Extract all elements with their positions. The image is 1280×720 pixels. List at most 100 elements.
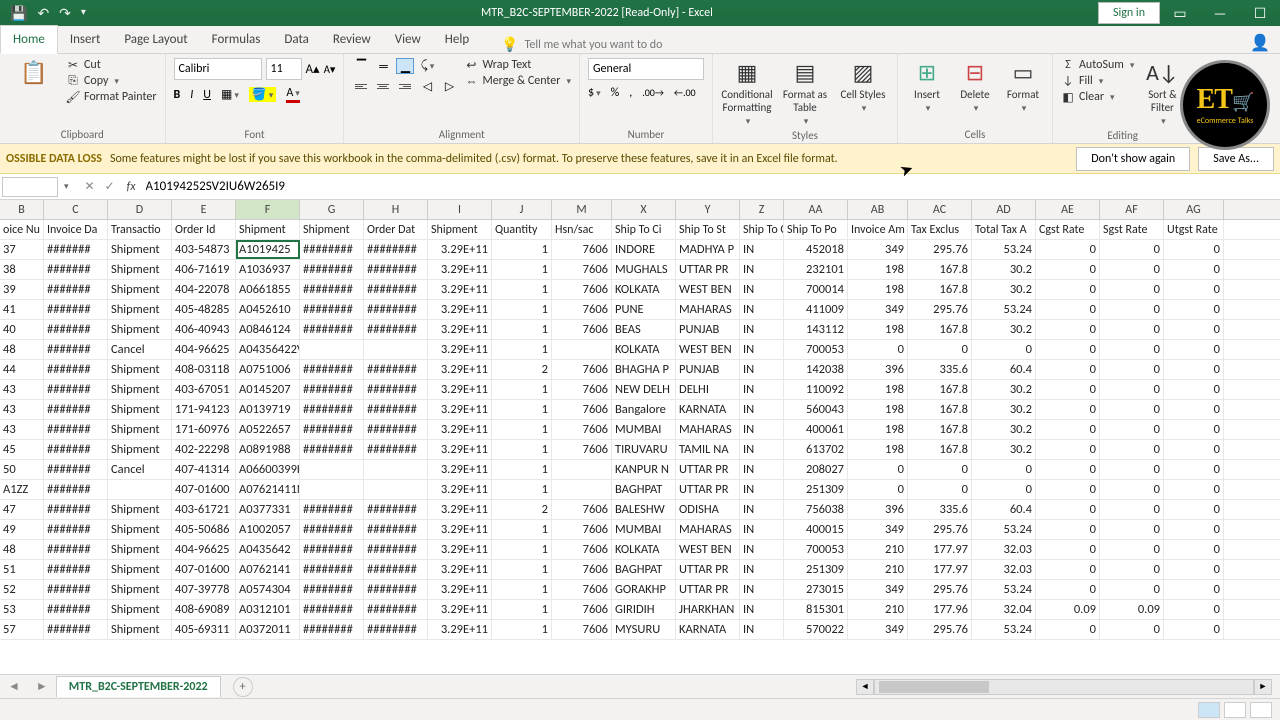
scroll-track[interactable] xyxy=(874,679,1254,695)
data-cell[interactable]: BEAS xyxy=(612,320,676,339)
data-cell[interactable]: 3.29E+11 xyxy=(428,440,492,459)
data-cell[interactable]: 1 xyxy=(492,600,552,619)
data-cell[interactable]: BALESHW xyxy=(612,500,676,519)
data-cell[interactable]: 210 xyxy=(848,560,908,579)
data-cell[interactable]: 3.29E+11 xyxy=(428,240,492,259)
data-cell[interactable] xyxy=(300,340,364,359)
data-cell[interactable]: 7606 xyxy=(552,600,612,619)
data-cell[interactable]: ####### xyxy=(44,360,108,379)
scroll-left-icon[interactable]: ◄ xyxy=(856,679,874,695)
data-cell[interactable]: 0 xyxy=(1036,560,1100,579)
data-cell[interactable]: 40 xyxy=(0,320,44,339)
data-cell[interactable]: 3.29E+11 xyxy=(428,500,492,519)
sort-filter-button[interactable]: A↓Sort & Filter▾ xyxy=(1140,58,1184,127)
data-cell[interactable]: 232101 xyxy=(784,260,848,279)
data-cell[interactable]: 0 xyxy=(1100,560,1164,579)
data-cell[interactable]: IN xyxy=(740,560,784,579)
data-cell[interactable]: 0 xyxy=(1100,240,1164,259)
data-cell[interactable]: A0139719 xyxy=(236,400,300,419)
data-cell[interactable] xyxy=(552,460,612,479)
column-header[interactable]: AD xyxy=(972,200,1036,219)
spreadsheet-grid[interactable]: BCDEFGHIJMXYZAAABACADAEAFAG oice NuInvoi… xyxy=(0,200,1280,640)
data-cell[interactable]: 0 xyxy=(848,460,908,479)
data-cell[interactable]: 53 xyxy=(0,600,44,619)
data-cell[interactable]: 2 xyxy=(492,500,552,519)
align-top-button[interactable]: ▔ xyxy=(352,58,370,74)
tab-page-layout[interactable]: Page Layout xyxy=(112,26,199,53)
data-cell[interactable]: 1 xyxy=(492,280,552,299)
data-cell[interactable]: MAHARAS xyxy=(676,520,740,539)
data-cell[interactable]: IN xyxy=(740,280,784,299)
percent-button[interactable]: % xyxy=(611,86,620,100)
save-as-button[interactable]: Save As... xyxy=(1198,147,1274,171)
data-cell[interactable]: ######## xyxy=(364,380,428,399)
underline-button[interactable]: U xyxy=(203,88,211,102)
data-cell[interactable]: 406-71619 xyxy=(172,260,236,279)
data-cell[interactable]: 53.24 xyxy=(972,300,1036,319)
data-cell[interactable]: ####### xyxy=(44,520,108,539)
data-cell[interactable]: 3.29E+11 xyxy=(428,260,492,279)
data-cell[interactable]: 0 xyxy=(908,340,972,359)
tab-view[interactable]: View xyxy=(383,26,433,53)
data-cell[interactable]: IN xyxy=(740,440,784,459)
data-cell[interactable]: 1 xyxy=(492,520,552,539)
data-cell[interactable]: Shipment xyxy=(108,560,172,579)
data-cell[interactable]: 0 xyxy=(1100,580,1164,599)
data-cell[interactable]: 0 xyxy=(1100,340,1164,359)
column-header[interactable]: E xyxy=(172,200,236,219)
data-cell[interactable]: 1 xyxy=(492,540,552,559)
column-header[interactable]: G xyxy=(300,200,364,219)
name-box-dropdown-icon[interactable]: ▾ xyxy=(60,181,73,192)
maximize-icon[interactable]: ☐ xyxy=(1240,0,1280,26)
data-cell[interactable]: 1 xyxy=(492,620,552,639)
data-cell[interactable]: 7606 xyxy=(552,320,612,339)
data-cell[interactable]: MADHYA P xyxy=(676,240,740,259)
data-cell[interactable]: ####### xyxy=(44,500,108,519)
data-cell[interactable]: 48 xyxy=(0,540,44,559)
data-cell[interactable]: 7606 xyxy=(552,420,612,439)
data-cell[interactable]: ####### xyxy=(44,600,108,619)
conditional-formatting-button[interactable]: ▦Conditional Formatting▾ xyxy=(721,58,773,127)
data-cell[interactable]: 1 xyxy=(492,480,552,499)
data-cell[interactable]: ####### xyxy=(44,320,108,339)
undo-icon[interactable]: ↶ xyxy=(37,5,49,22)
data-cell[interactable]: 0 xyxy=(1100,400,1164,419)
italic-button[interactable]: I xyxy=(190,88,193,102)
data-cell[interactable]: 700053 xyxy=(784,540,848,559)
data-cell[interactable]: IN xyxy=(740,380,784,399)
tell-me-search[interactable]: 💡 Tell me what you want to do xyxy=(501,36,662,53)
data-cell[interactable]: ######## xyxy=(300,280,364,299)
data-cell[interactable]: IN xyxy=(740,320,784,339)
data-cell[interactable]: 0 xyxy=(1100,440,1164,459)
data-cell[interactable]: A0661855 xyxy=(236,280,300,299)
data-cell[interactable]: 0 xyxy=(1100,620,1164,639)
data-cell[interactable]: 60.4 xyxy=(972,360,1036,379)
data-cell[interactable]: 295.76 xyxy=(908,300,972,319)
column-header[interactable]: Z xyxy=(740,200,784,219)
data-cell[interactable]: 60.4 xyxy=(972,500,1036,519)
data-cell[interactable] xyxy=(300,480,364,499)
data-cell[interactable]: ######## xyxy=(364,280,428,299)
data-cell[interactable]: ######## xyxy=(364,400,428,419)
data-cell[interactable]: 404-22078 xyxy=(172,280,236,299)
data-cell[interactable]: 1 xyxy=(492,380,552,399)
data-cell[interactable]: Shipment xyxy=(108,280,172,299)
data-cell[interactable]: ODISHA xyxy=(676,500,740,519)
save-icon[interactable]: 💾 xyxy=(10,5,27,22)
data-cell[interactable]: 0 xyxy=(1036,320,1100,339)
data-cell[interactable]: ######## xyxy=(364,520,428,539)
data-cell[interactable]: 3.29E+11 xyxy=(428,300,492,319)
data-cell[interactable]: 110092 xyxy=(784,380,848,399)
data-cell[interactable]: 0 xyxy=(1164,420,1224,439)
sheet-tab[interactable]: MTR_B2C-SEPTEMBER-2022 xyxy=(56,676,221,697)
data-cell[interactable]: 3.29E+11 xyxy=(428,380,492,399)
data-cell[interactable]: 53.24 xyxy=(972,580,1036,599)
column-header[interactable]: D xyxy=(108,200,172,219)
cancel-formula-icon[interactable]: ✕ xyxy=(85,179,95,194)
field-header-cell[interactable]: Ship To Ci xyxy=(612,220,676,239)
data-cell[interactable]: ######## xyxy=(300,540,364,559)
shrink-font-icon[interactable]: A▾ xyxy=(324,63,336,76)
data-cell[interactable]: A0452610 xyxy=(236,300,300,319)
data-cell[interactable]: 7606 xyxy=(552,260,612,279)
data-cell[interactable]: 335.6 xyxy=(908,360,972,379)
